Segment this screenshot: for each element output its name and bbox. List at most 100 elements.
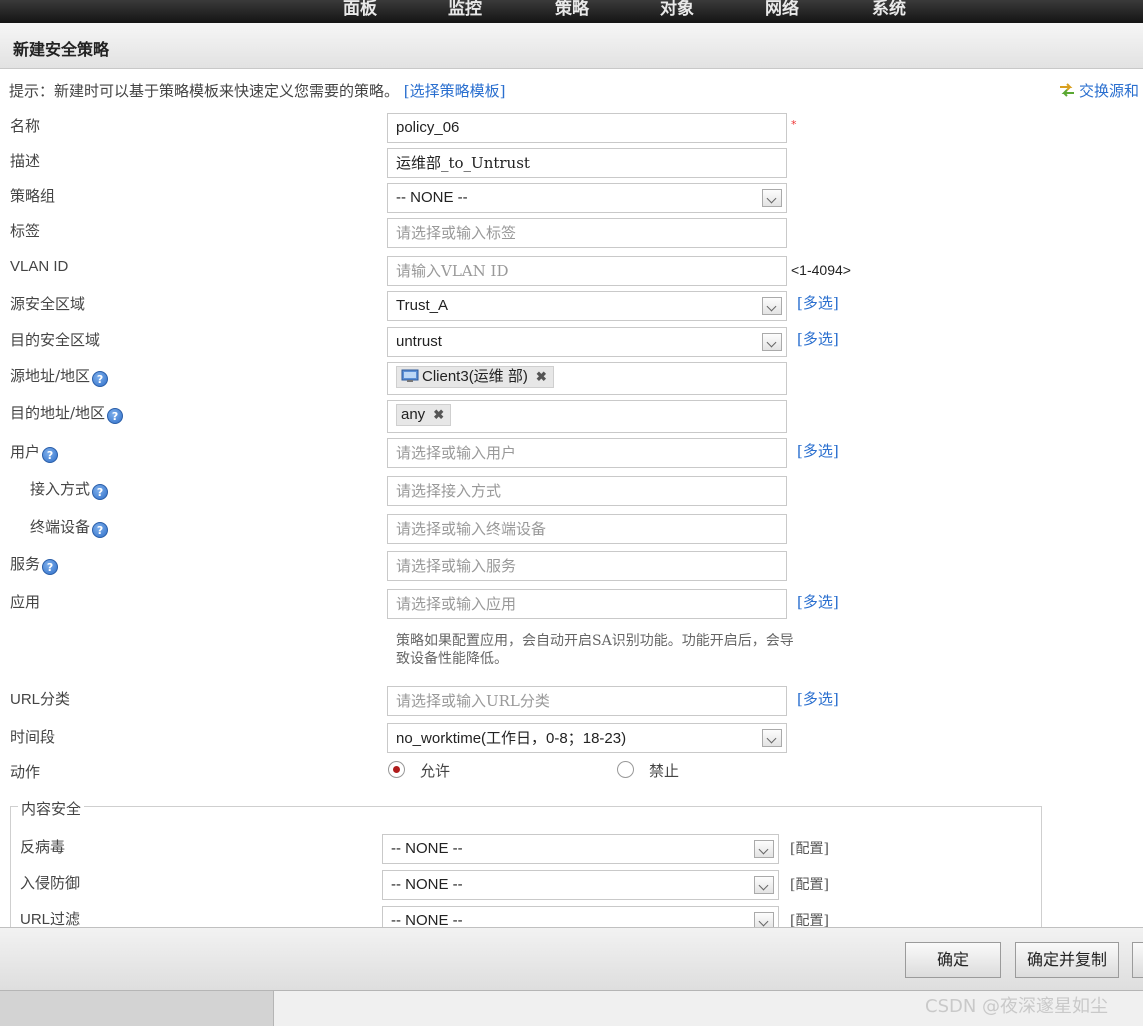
service-label-text: 服务 — [10, 555, 41, 573]
help-icon[interactable]: ? — [42, 447, 59, 463]
dst-addr-label-text: 目的地址/地区 — [10, 404, 106, 422]
help-icon[interactable]: ? — [92, 371, 109, 387]
select-template-link[interactable]: [选择策略模板] — [404, 82, 506, 100]
access-mode-input[interactable]: 请选择接入方式 — [387, 476, 787, 506]
remove-icon[interactable]: ✖ — [536, 369, 547, 384]
help-icon[interactable]: ? — [107, 408, 124, 424]
src-zone-multi-link[interactable]: [多选] — [797, 292, 839, 313]
allow-label: 允许 — [420, 762, 451, 780]
tip-text: 提示：新建时可以基于策略模板来快速定义您需要的策略。 [选择策略模板] — [9, 80, 506, 101]
ips-label: 入侵防御 — [20, 874, 81, 892]
dst-zone-select[interactable]: untrust — [387, 327, 787, 357]
antivirus-value: -- NONE -- — [391, 840, 463, 857]
swap-label: 交换源和 — [1079, 82, 1140, 100]
help-icon[interactable]: ? — [42, 559, 59, 575]
access-mode-label: 接入方式? — [30, 478, 109, 500]
src-addr-tag-text: Client3(运维 部) — [422, 368, 528, 385]
url-category-multi-link[interactable]: [多选] — [797, 688, 839, 709]
more-button[interactable] — [1132, 942, 1143, 978]
ok-copy-button[interactable]: 确定并复制 — [1015, 942, 1119, 978]
help-icon[interactable]: ? — [92, 522, 109, 538]
action-label: 动作 — [10, 763, 41, 781]
url-category-input[interactable]: 请选择或输入URL分类 — [387, 686, 787, 716]
dst-addr-tag-text: any — [401, 406, 426, 423]
user-multi-link[interactable]: [多选] — [797, 440, 839, 461]
ok-button[interactable]: 确定 — [905, 942, 1001, 978]
src-zone-label: 源安全区域 — [10, 295, 86, 313]
tip-label: 提示：新建时可以基于策略模板来快速定义您需要的策略。 — [9, 82, 400, 100]
policy-group-label: 策略组 — [10, 187, 56, 205]
chevron-down-icon[interactable] — [762, 189, 782, 207]
deny-label: 禁止 — [649, 762, 680, 780]
vlan-id-input[interactable]: 请输入VLAN ID — [387, 256, 787, 286]
tags-label: 标签 — [10, 222, 41, 240]
footer-left-panel — [0, 990, 274, 1026]
terminal-input[interactable]: 请选择或输入终端设备 — [387, 514, 787, 544]
dst-zone-value: untrust — [396, 333, 442, 350]
url-category-label: URL分类 — [10, 691, 71, 708]
antivirus-select[interactable]: -- NONE -- — [382, 834, 779, 864]
chevron-down-icon[interactable] — [762, 729, 782, 747]
swap-icon — [1060, 83, 1074, 97]
chevron-down-icon[interactable] — [762, 297, 782, 315]
vlan-range-hint: <1-4094> — [791, 262, 851, 278]
src-zone-value: Trust_A — [396, 297, 448, 314]
nav-item-policy[interactable]: 策略 — [555, 0, 589, 19]
dst-zone-multi-link[interactable]: [多选] — [797, 328, 839, 349]
url-filter-label: URL过滤 — [20, 911, 81, 928]
src-zone-select[interactable]: Trust_A — [387, 291, 787, 321]
chevron-down-icon[interactable] — [754, 876, 774, 894]
chevron-down-icon[interactable] — [762, 333, 782, 351]
application-input[interactable]: 请选择或输入应用 — [387, 589, 787, 619]
nav-item-monitor[interactable]: 监控 — [448, 0, 482, 19]
service-input[interactable]: 请选择或输入服务 — [387, 551, 787, 581]
deny-radio[interactable] — [617, 761, 634, 778]
nav-item-object[interactable]: 对象 — [660, 0, 694, 19]
description-input[interactable]: 运维部_to_Untrust — [387, 148, 787, 178]
ips-value: -- NONE -- — [391, 876, 463, 893]
tags-input[interactable]: 请选择或输入标签 — [387, 218, 787, 248]
schedule-value-suffix: 0-8；18-23) — [546, 730, 627, 747]
page-title: 新建安全策略 — [13, 40, 110, 59]
required-mark: * — [791, 118, 797, 131]
schedule-select[interactable]: no_worktime(工作日，0-8；18-23) — [387, 723, 787, 753]
src-addr-label-text: 源地址/地区 — [10, 367, 91, 385]
chevron-down-icon[interactable] — [754, 840, 774, 858]
name-input[interactable]: policy_06 — [387, 113, 787, 143]
dst-addr-tag: any ✖ — [396, 404, 452, 426]
access-mode-label-text: 接入方式 — [30, 480, 91, 498]
computer-icon — [401, 369, 419, 382]
content-security-legend: 内容安全 — [18, 798, 85, 819]
nav-item-dashboard[interactable]: 面板 — [343, 0, 377, 19]
description-value: 运维部_to_Untrust — [396, 154, 530, 172]
src-addr-input[interactable]: Client3(运维 部) ✖ — [387, 362, 787, 395]
schedule-label: 时间段 — [10, 728, 56, 746]
swap-link[interactable]: 交换源和 — [1059, 80, 1139, 101]
allow-radio[interactable] — [388, 761, 405, 778]
dst-zone-label: 目的安全区域 — [10, 331, 101, 349]
antivirus-config-link[interactable]: [配置] — [790, 838, 829, 858]
user-input[interactable]: 请选择或输入用户 — [387, 438, 787, 468]
dialog-header: 新建安全策略 — [0, 23, 1143, 69]
ips-select[interactable]: -- NONE -- — [382, 870, 779, 900]
policy-group-select[interactable]: -- NONE -- — [387, 183, 787, 213]
terminal-label-text: 终端设备 — [30, 518, 91, 536]
application-note: 策略如果配置应用，会自动开启SA识别功能。功能开启后，会导致设备性能降低。 — [396, 633, 794, 667]
remove-icon[interactable]: ✖ — [433, 407, 444, 422]
antivirus-label: 反病毒 — [20, 838, 66, 856]
watermark: CSDN @夜深邃星如尘 — [925, 996, 1109, 1017]
dst-addr-label: 目的地址/地区? — [10, 402, 124, 424]
schedule-value-cn: 工作日， — [486, 729, 547, 747]
ips-config-link[interactable]: [配置] — [790, 874, 829, 894]
button-bar: 确定 确定并复制 — [0, 927, 1143, 990]
user-label-text: 用户 — [10, 443, 41, 461]
schedule-value-prefix: no_worktime( — [396, 730, 487, 747]
application-multi-link[interactable]: [多选] — [797, 591, 839, 612]
description-label: 描述 — [10, 152, 41, 170]
src-addr-label: 源地址/地区? — [10, 365, 109, 387]
user-label: 用户? — [10, 441, 59, 463]
nav-item-system[interactable]: 系统 — [872, 0, 906, 19]
nav-item-network[interactable]: 网络 — [765, 0, 799, 19]
help-icon[interactable]: ? — [92, 484, 109, 500]
dst-addr-input[interactable]: any ✖ — [387, 400, 787, 433]
